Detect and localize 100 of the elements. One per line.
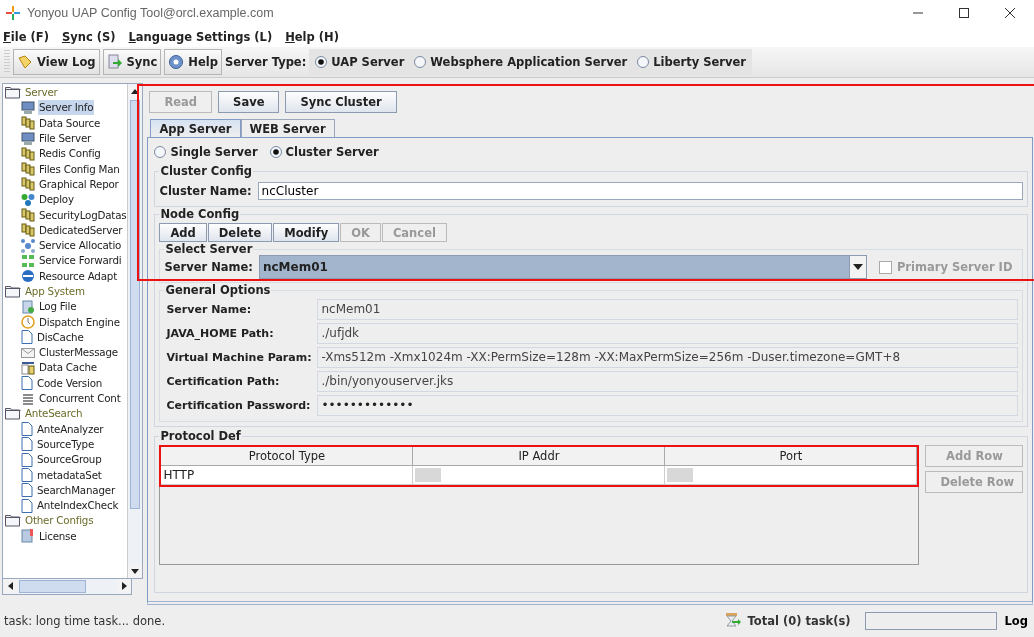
tree-item[interactable]: DisCache bbox=[36, 329, 85, 345]
license-icon bbox=[21, 529, 35, 544]
tree-item[interactable]: Data Cache bbox=[38, 360, 98, 376]
tree-item[interactable]: File Server bbox=[38, 131, 93, 147]
log-button[interactable]: Log bbox=[1002, 614, 1030, 628]
tab[interactable]: WEB Server bbox=[240, 119, 335, 137]
document-icon bbox=[21, 330, 33, 345]
action-button[interactable]: Sync Cluster bbox=[285, 91, 397, 113]
toolbar-button[interactable]: Help bbox=[164, 49, 222, 75]
tree-item[interactable]: SearchManager bbox=[36, 482, 116, 498]
radio-icon[interactable] bbox=[269, 146, 282, 158]
server-type-label: Server Type: bbox=[224, 55, 307, 69]
tree-item[interactable]: Redis Config bbox=[38, 146, 102, 162]
server-mode-radio[interactable]: Cluster Server bbox=[269, 145, 379, 159]
text-field[interactable]: -Xms512m -Xmx1024m -XX:PermSize=128m -XX:MaxPermSize=256m -Duser.timezone=GMT+8 bbox=[317, 346, 1019, 368]
tree-item[interactable]: Concurrent Cont bbox=[38, 391, 122, 407]
tree-item[interactable]: License bbox=[38, 528, 78, 544]
tree-item[interactable]: AnteSearch bbox=[24, 406, 84, 422]
field-label: Certification Path: bbox=[165, 374, 281, 388]
radio-icon[interactable] bbox=[315, 56, 328, 68]
server-type-radio[interactable]: Websphere Application Server bbox=[414, 55, 628, 69]
tree-item[interactable]: Server Info bbox=[38, 100, 95, 116]
list-icon bbox=[21, 391, 35, 406]
vertical-scrollbar[interactable] bbox=[127, 84, 143, 578]
horizontal-scrollbar[interactable] bbox=[2, 579, 132, 595]
close-icon[interactable] bbox=[1004, 7, 1016, 19]
cluster-name-field[interactable]: ncCluster bbox=[257, 182, 1024, 200]
radio-icon[interactable] bbox=[414, 56, 427, 68]
action-button[interactable]: Save bbox=[218, 91, 280, 113]
tree-item[interactable]: Service Allocatio bbox=[38, 238, 123, 254]
log-file-icon bbox=[21, 299, 35, 314]
toolbar-button[interactable]: View Log bbox=[13, 49, 100, 75]
field-label: JAVA_HOME Path: bbox=[165, 326, 275, 340]
servers-icon bbox=[21, 116, 35, 131]
tree-item[interactable]: App System bbox=[24, 284, 86, 299]
scroll-right-icon[interactable] bbox=[121, 582, 127, 590]
tree-item[interactable]: Log File bbox=[38, 299, 78, 315]
document-icon bbox=[21, 422, 33, 437]
tree-item[interactable]: SourceType bbox=[36, 436, 95, 452]
server-type-radio[interactable]: Liberty Server bbox=[637, 55, 746, 69]
deploy-icon bbox=[21, 192, 35, 207]
tree-item[interactable]: ClusterMessage bbox=[38, 345, 119, 361]
field-label: Certification Password: bbox=[165, 398, 312, 412]
caret-icon bbox=[852, 264, 863, 270]
table-cell: HTTP bbox=[163, 468, 195, 482]
column-header[interactable]: Port bbox=[665, 447, 918, 466]
scroll-left-icon[interactable] bbox=[7, 582, 13, 590]
radio-icon[interactable] bbox=[154, 146, 167, 158]
text-field[interactable]: ./bin/yonyouserver.jks bbox=[317, 370, 1019, 392]
menu-item[interactable]: File (F) bbox=[3, 29, 49, 44]
tree-item[interactable]: SecurityLogDatas bbox=[38, 207, 128, 223]
server-type-radio[interactable]: UAP Server bbox=[315, 55, 405, 69]
server-mode-radio[interactable]: Single Server bbox=[154, 145, 258, 159]
task-count: Total (0) task(s) bbox=[747, 614, 851, 628]
column-header[interactable]: Protocol Type bbox=[161, 447, 414, 466]
tree-item[interactable]: Service Forwardi bbox=[38, 253, 123, 269]
tree-item[interactable]: Code Version bbox=[36, 375, 104, 391]
node-button[interactable]: Modify bbox=[273, 223, 340, 242]
app-logo-icon bbox=[5, 5, 21, 21]
tree-item[interactable]: Data Source bbox=[38, 115, 102, 131]
tree-item[interactable]: Dispatch Engine bbox=[38, 314, 121, 330]
scroll-down-icon[interactable] bbox=[131, 568, 140, 574]
document-icon bbox=[21, 468, 33, 483]
section-title: Protocol Def bbox=[159, 429, 242, 443]
tree-item[interactable]: Other Configs bbox=[24, 513, 95, 529]
column-header[interactable]: IP Addr bbox=[413, 447, 666, 466]
tree-item[interactable]: Deploy bbox=[38, 192, 75, 208]
tree-item[interactable]: DedicatedServer bbox=[38, 222, 124, 238]
tree-item[interactable]: SourceGroup bbox=[36, 452, 103, 468]
menu-item[interactable]: Language Settings (L) bbox=[128, 29, 273, 44]
server-name-dropdown[interactable]: ncMem01 bbox=[258, 255, 867, 279]
tree-item[interactable]: AnteAnalyzer bbox=[36, 421, 105, 437]
table-icon bbox=[21, 361, 35, 375]
window-title: Yonyou UAP Config Tool@orcl.example.com bbox=[27, 6, 274, 20]
text-field[interactable]: ncMem01 bbox=[317, 298, 1019, 320]
field-label: Cluster Name: bbox=[159, 184, 252, 198]
menu-item[interactable]: Help (H) bbox=[285, 29, 339, 44]
document-icon bbox=[21, 483, 33, 498]
menu-item[interactable]: Sync (S) bbox=[61, 29, 116, 44]
field-label: Server Name: bbox=[164, 260, 253, 274]
document-icon bbox=[21, 437, 33, 452]
password-field[interactable]: ••••••••••••• bbox=[317, 394, 1019, 416]
field-label: Virtual Machine Param: bbox=[165, 350, 313, 364]
tab[interactable]: App Server bbox=[150, 119, 241, 137]
text-field[interactable]: ./ufjdk bbox=[317, 322, 1019, 344]
radio-icon[interactable] bbox=[637, 56, 650, 68]
toolbar-button[interactable]: Sync bbox=[102, 49, 162, 75]
node-button[interactable]: Add bbox=[159, 223, 207, 242]
scroll-up-icon[interactable] bbox=[131, 88, 140, 94]
tree-item[interactable]: metadataSet bbox=[36, 467, 103, 483]
clock-icon bbox=[21, 315, 35, 330]
node-button[interactable]: Delete bbox=[207, 223, 273, 242]
tag-icon bbox=[17, 54, 33, 70]
tree-item[interactable]: Server bbox=[24, 85, 59, 101]
tree-item[interactable]: Graphical Repor bbox=[38, 176, 120, 192]
maximize-icon[interactable] bbox=[958, 7, 970, 19]
tree-item[interactable]: Files Config Man bbox=[38, 161, 121, 177]
envelope-icon bbox=[21, 346, 35, 359]
tree-item[interactable]: Resource Adapt bbox=[38, 268, 118, 284]
tree-item[interactable]: AnteIndexCheck bbox=[36, 498, 120, 514]
